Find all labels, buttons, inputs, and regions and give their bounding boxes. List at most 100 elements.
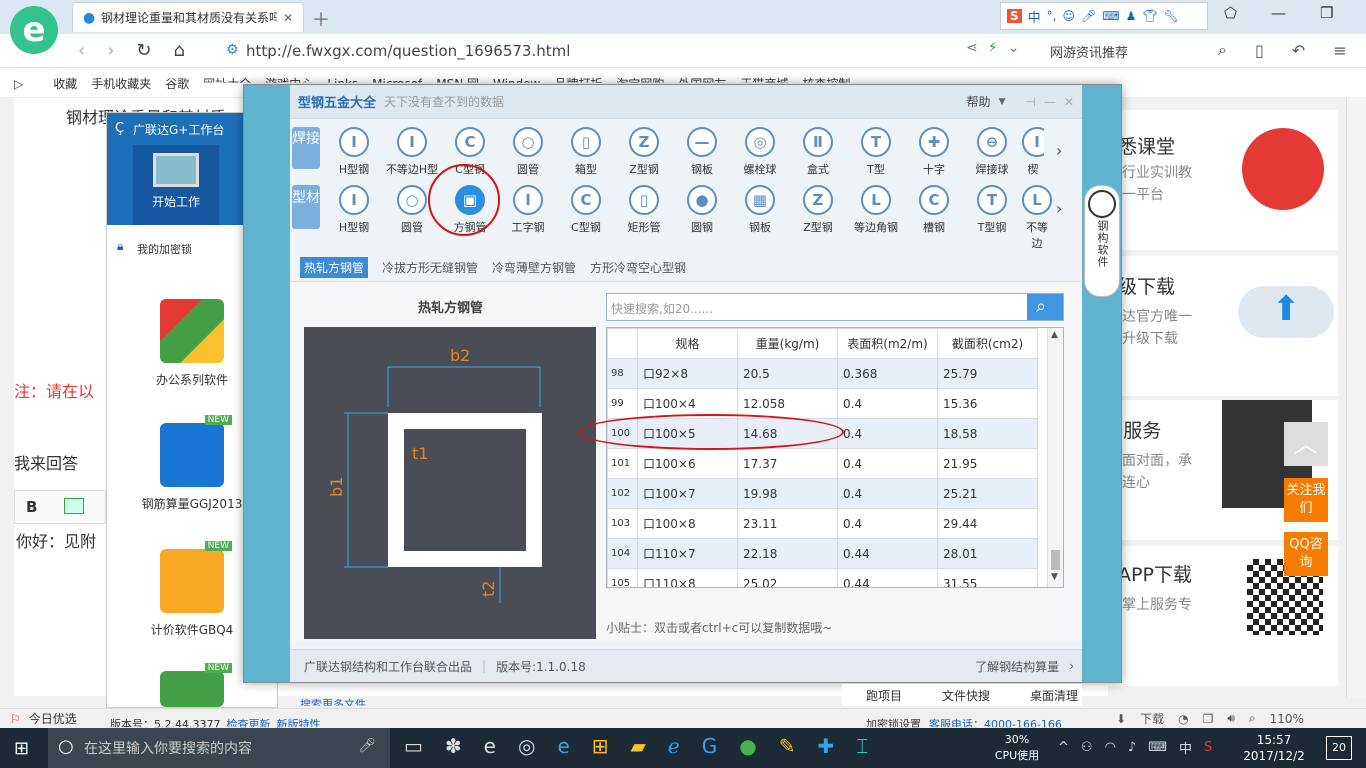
dongle-link[interactable]: 我的加密锁 [137, 241, 192, 257]
fan-app-icon[interactable]: ✽ [445, 734, 462, 758]
shape-round-pipe[interactable]: ○ 圆管 [384, 185, 440, 235]
ime-mode-label[interactable]: 中 [1028, 7, 1041, 26]
shape-bolt-ball[interactable]: ◎ 螺栓球 [732, 127, 788, 177]
pin-icon[interactable]: ⊣ [1025, 95, 1035, 109]
start-work-tab[interactable]: 开始工作 [133, 145, 219, 225]
notification-center[interactable]: 20 [1326, 736, 1352, 760]
col-spec[interactable]: 规格 [637, 328, 738, 359]
steel-app-icon[interactable]: ⌶ [856, 734, 868, 758]
windows-start-icon[interactable]: ⊞ [14, 738, 29, 759]
scroll-thumb[interactable] [1051, 550, 1060, 570]
sidebar-toggle-icon[interactable]: ▷ [14, 77, 23, 91]
table-row[interactable]: 102 口100×7 19.98 0.4 25.21 [607, 478, 1038, 509]
image-button[interactable] [64, 498, 84, 514]
shape-z-steel[interactable]: Z Z型钢 [616, 127, 672, 177]
green-app-icon[interactable]: ● [739, 734, 756, 758]
search-input[interactable]: 快速搜索,如20...... [611, 300, 713, 317]
shape-c-steel[interactable]: C C型钢 [442, 127, 498, 177]
category-welded[interactable]: 焊接 [292, 127, 320, 169]
table-row[interactable]: 104 口110×7 22.18 0.44 28.01 [607, 538, 1038, 569]
spiral-app-icon[interactable]: ◎ [518, 734, 535, 758]
bookmark-favorites[interactable]: 收藏 [53, 75, 77, 92]
bold-button[interactable]: B [26, 498, 37, 516]
clock[interactable]: 15:57 2017/12/2 [1238, 732, 1310, 764]
shape-unequal-h[interactable]: I 不等边H型 [384, 127, 440, 177]
shape-t-steel[interactable]: T T型钢 [964, 185, 1020, 235]
col-area[interactable]: 截面积(cm2) [937, 328, 1038, 359]
shape-weld-ball[interactable]: ⊖ 焊接球 [964, 127, 1020, 177]
ime-toolbar[interactable]: S 中 °, ☺ 🎤︎ ⌨ ♟ 👕︎ 🔧︎ [1000, 2, 1208, 30]
ime-indicator[interactable]: 中 [1179, 738, 1192, 757]
mascot[interactable]: 钢构软件 [1084, 185, 1120, 297]
shape-rect-tube[interactable]: ▯ 矩形管 [616, 185, 672, 235]
category-profiles[interactable]: 型材 [292, 185, 320, 229]
shape-c-steel[interactable]: C C型钢 [558, 185, 614, 235]
shape-square-tube[interactable]: ▣ 方钢管 [442, 185, 498, 235]
dropdown-icon[interactable]: ⌄ [1008, 40, 1020, 56]
file-explorer-icon[interactable]: ▰ [631, 734, 646, 758]
url-input[interactable]: http://e.fwxgx.com/question_1696573.html [246, 42, 570, 60]
file-search-link[interactable]: 文件快搜 [942, 687, 990, 704]
search-box[interactable]: 快速搜索,如20...... ⌕ [606, 293, 1064, 321]
edge-icon[interactable]: e [557, 734, 569, 758]
search-icon[interactable]: ⌕ [1218, 40, 1227, 60]
shape-plate[interactable]: — 钢板 [674, 127, 730, 177]
ie-icon[interactable]: ℯ [668, 734, 680, 758]
promo-card[interactable]: 悉课堂 行业实训教 一平台 [1108, 110, 1338, 250]
menu-icon[interactable]: ≡ [1333, 41, 1346, 60]
scroll-up-icon[interactable]: ▲ [1051, 330, 1058, 340]
shape-cross[interactable]: ✚ 十字 [906, 127, 962, 177]
window-maximize-button[interactable]: ❐ [1320, 4, 1333, 22]
table-row[interactable]: 105 口110×8 25.02 0.44 31.55 [607, 568, 1038, 587]
shape-round-pipe[interactable]: ○ 圆管 [500, 127, 556, 177]
gld-app-icon[interactable]: G [702, 734, 718, 758]
shape-round-bar[interactable]: ● 圆钢 [674, 185, 730, 235]
ime-skin-icon[interactable]: 👕︎ [1142, 9, 1157, 23]
shape-t[interactable]: T T型 [848, 127, 904, 177]
editor-text[interactable]: 你好：见附 [16, 528, 96, 552]
taskbar-search[interactable]: ○ 在这里输入你要搜索的内容 🎤︎ [48, 728, 390, 768]
status-icon[interactable]: ◔ [1178, 712, 1188, 726]
window-icon[interactable]: ❐ [1203, 712, 1214, 726]
microphone-icon[interactable]: 🎤︎ [358, 738, 376, 754]
col-weight[interactable]: 重量(kg/m) [737, 328, 838, 359]
tab-hot-rolled[interactable]: 热轧方钢管 [300, 256, 369, 278]
taskbar-search-input[interactable]: 在这里输入你要搜索的内容 [84, 738, 252, 758]
tab-close-icon[interactable]: ✕ [283, 11, 293, 25]
shape-z-steel[interactable]: Z Z型钢 [790, 185, 846, 235]
help-dropdown-icon[interactable]: ▼ [999, 97, 1006, 107]
keyboard-icon[interactable]: ⌨ [1148, 740, 1167, 755]
window-minimize-button[interactable]: — [1271, 4, 1286, 22]
people-icon[interactable]: ⚇ [1081, 740, 1093, 755]
refresh-button[interactable]: ↻ [136, 40, 151, 61]
window-pin-icon[interactable]: ⬠ [1224, 4, 1237, 22]
today-picks[interactable]: 今日优选 [29, 710, 77, 727]
download-button[interactable]: 下载 [1140, 710, 1164, 727]
promo-card[interactable]: 级下载 达官方唯一 升级下载 ⬆ [1108, 256, 1338, 396]
table-row[interactable]: 103 口100×8 23.11 0.4 29.44 [607, 508, 1038, 539]
mobile-icon[interactable]: ▯ [1255, 41, 1264, 60]
shape-box-type[interactable]: Ⅱ 盒式 [790, 127, 846, 177]
bookmark-mobile[interactable]: 手机收藏夹 [91, 75, 151, 92]
bookmark-google[interactable]: 谷歌 [165, 75, 189, 92]
ime-user-icon[interactable]: ♟ [1126, 9, 1137, 23]
store-icon[interactable]: ⊞ [592, 734, 609, 758]
scroll-down-icon[interactable]: ▼ [1051, 572, 1058, 582]
speaker-icon[interactable]: 🔊︎ [1227, 711, 1235, 726]
close-button[interactable]: ✕ [1064, 95, 1074, 109]
back-to-top-button[interactable]: ︿ [1284, 422, 1328, 466]
tab-cold-drawn[interactable]: 冷拔方形无缝钢管 [382, 259, 478, 276]
ime-mic-icon[interactable]: 🎤︎ [1081, 9, 1096, 23]
back-button[interactable]: ‹ [78, 40, 85, 61]
new-tab-button[interactable]: ＋ [312, 6, 330, 32]
ime-punct-icon[interactable]: °, [1047, 9, 1057, 23]
table-row[interactable]: 99 口100×4 12.058 0.4 15.36 [607, 388, 1038, 419]
search-button[interactable]: ⌕ [1027, 294, 1063, 320]
table-scrollbar[interactable]: ▲ ▼ [1047, 328, 1063, 587]
undo-icon[interactable]: ↶ [1292, 41, 1305, 60]
shape-plate[interactable]: ▦ 钢板 [732, 185, 788, 235]
ime-tool-icon[interactable]: 🔧︎ [1164, 9, 1179, 23]
shape-h-beam[interactable]: I H型钢 [326, 185, 382, 235]
browser-logo-icon[interactable]: e [10, 6, 58, 54]
chevron-right-icon[interactable]: › [1069, 659, 1074, 673]
